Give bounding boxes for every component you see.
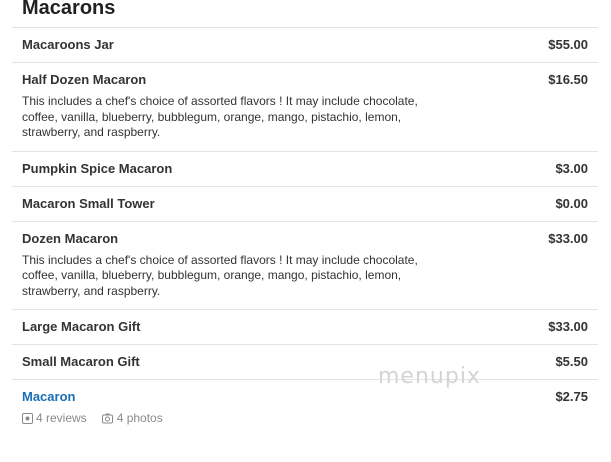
item-price: $0.00	[555, 195, 588, 211]
item-name: Half Dozen Macaron	[22, 72, 147, 87]
item-price: $33.00	[548, 319, 588, 334]
menu-item: Pumpkin Spice Macaron $3.00	[12, 150, 598, 186]
section-title: Macarons	[22, 0, 116, 19]
item-price: $16.50	[548, 72, 588, 87]
reviews-link[interactable]: 4 reviews	[22, 411, 87, 426]
review-icon	[22, 413, 33, 424]
menu-item: Dozen Macaron $33.00 This includes a che…	[12, 220, 598, 310]
item-price: $55.00	[548, 37, 588, 52]
item-name: Small Macaron Gift	[22, 354, 140, 369]
item-price: $5.50	[555, 354, 588, 369]
watermark-logo: menupix	[378, 364, 481, 389]
item-name: Large Macaron Gift	[22, 319, 141, 334]
item-description: This includes a chef's choice of assorte…	[22, 94, 418, 139]
menu-list: Macaroons Jar $55.00 Half Dozen Macaron …	[12, 27, 598, 434]
menu-item: Small Macaron Gift $5.50	[12, 344, 598, 379]
camera-icon	[101, 413, 113, 424]
photos-link[interactable]: 4 photos	[101, 411, 163, 426]
item-name: Macaroons Jar	[22, 37, 114, 52]
menu-item: Macaron $2.75 4 reviews 4 photos	[12, 379, 598, 434]
item-name-link[interactable]: Macaron	[22, 388, 75, 406]
photos-count: 4 photos	[116, 411, 163, 425]
reviews-count: 4 reviews	[36, 411, 87, 425]
item-price: $3.00	[555, 160, 588, 176]
item-price: $2.75	[555, 389, 588, 404]
item-description: This includes a chef's choice of assorte…	[22, 252, 418, 298]
menu-item: Macaron Small Tower $0.00	[12, 185, 598, 221]
item-price: $33.00	[548, 230, 588, 246]
menu-item: Half Dozen Macaron $16.50 This includes …	[12, 62, 598, 151]
item-name: Macaron Small Tower	[22, 195, 155, 211]
item-name: Pumpkin Spice Macaron	[22, 160, 173, 176]
item-name: Dozen Macaron	[22, 230, 119, 246]
menu-item: Large Macaron Gift $33.00	[12, 309, 598, 344]
menu-item: Macaroons Jar $55.00	[12, 27, 598, 62]
